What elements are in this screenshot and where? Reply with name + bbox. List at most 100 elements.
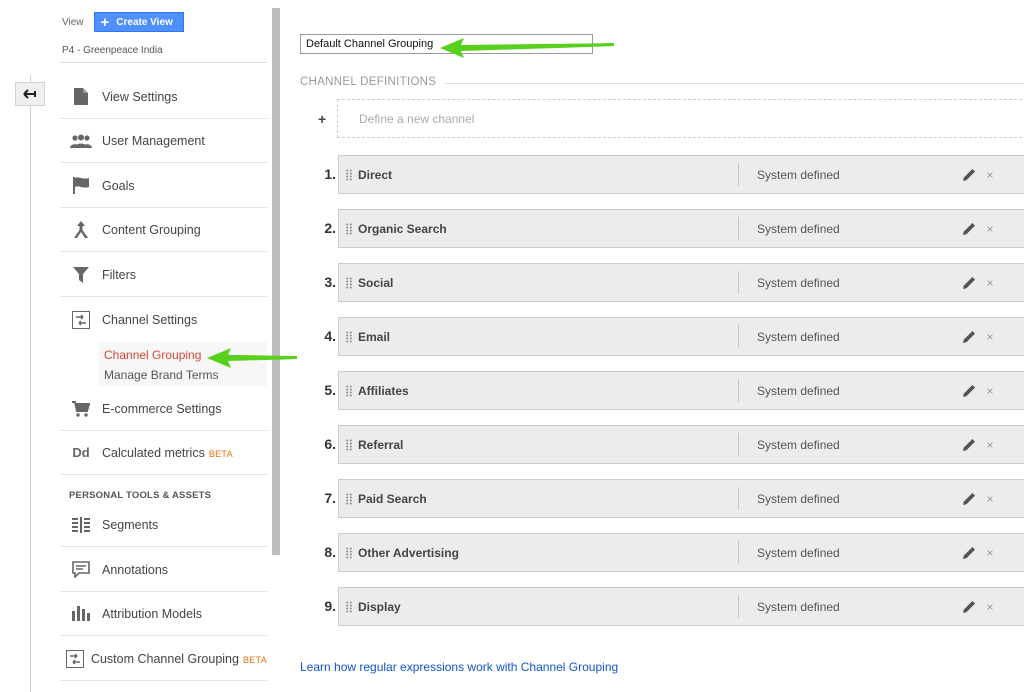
back-arrow-icon bbox=[23, 89, 36, 99]
drag-handle-icon[interactable] bbox=[339, 547, 358, 559]
create-view-button[interactable]: + Create View bbox=[93, 12, 184, 32]
channel-name: Referral bbox=[358, 437, 404, 452]
channel-definitions-heading: CHANNEL DEFINITIONS bbox=[300, 76, 437, 88]
users-icon bbox=[60, 134, 102, 148]
back-button[interactable] bbox=[15, 82, 45, 106]
sidebar-item-annotations[interactable]: Annotations bbox=[60, 548, 267, 592]
delete-icon[interactable]: × bbox=[979, 384, 1001, 398]
drag-handle-icon[interactable] bbox=[339, 277, 358, 289]
channel-row[interactable]: Paid Search System defined × bbox=[338, 479, 1024, 518]
edit-pencil-icon[interactable] bbox=[959, 438, 979, 451]
drag-handle-icon[interactable] bbox=[339, 601, 358, 613]
channel-row[interactable]: Referral System defined × bbox=[338, 425, 1024, 464]
edit-pencil-icon[interactable] bbox=[959, 492, 979, 505]
channel-row[interactable]: Email System defined × bbox=[338, 317, 1024, 356]
main-panel: CHANNEL DEFINITIONS + Define a new chann… bbox=[300, 0, 1024, 692]
edit-pencil-icon[interactable] bbox=[959, 384, 979, 397]
delete-icon[interactable]: × bbox=[979, 330, 1001, 344]
sidebar-scrollbar[interactable] bbox=[272, 8, 280, 555]
channel-name: Email bbox=[358, 329, 391, 344]
drag-handle-icon[interactable] bbox=[339, 493, 358, 505]
sidebar-item-label: View Settings bbox=[102, 89, 178, 104]
channel-type: System defined bbox=[757, 545, 840, 560]
left-rail bbox=[30, 75, 31, 692]
drag-handle-icon[interactable] bbox=[339, 331, 358, 343]
channel-type: System defined bbox=[757, 491, 840, 506]
sidebar-item-attribution-models[interactable]: Attribution Models bbox=[60, 592, 267, 636]
channel-type: System defined bbox=[757, 221, 840, 236]
sidebar-item-custom-channel-grouping[interactable]: Custom Channel Grouping BETA bbox=[60, 637, 267, 681]
sidebar-item-channel-settings[interactable]: Channel Settings bbox=[60, 298, 267, 342]
sidebar-item-segments[interactable]: Segments bbox=[60, 503, 267, 547]
delete-icon[interactable]: × bbox=[979, 600, 1001, 614]
delete-icon[interactable]: × bbox=[979, 438, 1001, 452]
delete-icon[interactable]: × bbox=[979, 546, 1001, 560]
channel-row-number: 5. bbox=[324, 382, 336, 398]
channel-row[interactable]: Organic Search System defined × bbox=[338, 209, 1024, 248]
cart-icon bbox=[60, 400, 102, 417]
section-heading-personal-tools: PERSONAL TOOLS & ASSETS bbox=[69, 490, 212, 501]
delete-icon[interactable]: × bbox=[979, 492, 1001, 506]
create-view-label: Create View bbox=[116, 16, 173, 28]
sidebar-item-label: User Management bbox=[102, 133, 205, 148]
green-arrow-annotation bbox=[207, 348, 297, 368]
edit-pencil-icon[interactable] bbox=[959, 168, 979, 181]
sidebar-item-label: Attribution Models bbox=[102, 606, 203, 621]
document-icon bbox=[60, 88, 102, 105]
view-header: View + Create View bbox=[62, 12, 184, 32]
content-grouping-icon bbox=[60, 221, 102, 238]
drag-handle-icon[interactable] bbox=[339, 169, 358, 181]
define-new-channel-button[interactable]: Define a new channel bbox=[337, 99, 1024, 138]
edit-pencil-icon[interactable] bbox=[959, 600, 979, 613]
divider bbox=[60, 62, 267, 63]
bar-chart-icon bbox=[60, 606, 102, 621]
sidebar-item-filters[interactable]: Filters bbox=[60, 253, 267, 297]
channel-type: System defined bbox=[757, 275, 840, 290]
channel-name: Display bbox=[358, 599, 401, 614]
sidebar-subitem-manage-brand-terms[interactable]: Manage Brand Terms bbox=[104, 368, 219, 382]
sidebar-item-view-settings[interactable]: View Settings bbox=[60, 75, 267, 119]
channel-type: System defined bbox=[757, 599, 840, 614]
channel-row-number: 4. bbox=[324, 328, 336, 344]
delete-icon[interactable]: × bbox=[979, 168, 1001, 182]
sidebar-item-label: Calculated metrics bbox=[102, 445, 205, 460]
channel-row[interactable]: Affiliates System defined × bbox=[338, 371, 1024, 410]
sidebar-item-user-management[interactable]: User Management bbox=[60, 119, 267, 163]
drag-handle-icon[interactable] bbox=[339, 385, 358, 397]
sidebar-item-label: E-commerce Settings bbox=[102, 401, 222, 416]
edit-pencil-icon[interactable] bbox=[959, 330, 979, 343]
annotation-icon bbox=[60, 561, 102, 578]
edit-pencil-icon[interactable] bbox=[959, 222, 979, 235]
channel-type: System defined bbox=[757, 329, 840, 344]
channel-row[interactable]: Social System defined × bbox=[338, 263, 1024, 302]
sidebar-item-calculated-metrics[interactable]: Dd Calculated metrics BETA bbox=[60, 431, 267, 475]
channel-row[interactable]: Other Advertising System defined × bbox=[338, 533, 1024, 572]
channel-type: System defined bbox=[757, 383, 840, 398]
sidebar-subitem-channel-grouping[interactable]: Channel Grouping bbox=[104, 348, 201, 362]
sidebar-item-label: Filters bbox=[102, 267, 137, 282]
channel-row[interactable]: Display System defined × bbox=[338, 587, 1024, 626]
define-new-channel-label: Define a new channel bbox=[359, 111, 475, 126]
channel-row-number: 3. bbox=[324, 274, 336, 290]
sidebar-item-goals[interactable]: Goals bbox=[60, 164, 267, 208]
custom-channel-icon bbox=[60, 649, 91, 668]
sidebar-item-label: Annotations bbox=[102, 562, 169, 577]
view-label: View bbox=[62, 16, 84, 28]
flag-icon bbox=[60, 177, 102, 194]
channel-row-number: 7. bbox=[324, 490, 336, 506]
segments-icon bbox=[60, 516, 102, 533]
drag-handle-icon[interactable] bbox=[339, 223, 358, 235]
channel-name: Paid Search bbox=[358, 491, 427, 506]
delete-icon[interactable]: × bbox=[979, 222, 1001, 236]
sidebar-item-ecommerce-settings[interactable]: E-commerce Settings bbox=[60, 387, 267, 431]
sidebar-item-content-grouping[interactable]: Content Grouping bbox=[60, 208, 267, 252]
channel-row[interactable]: Direct System defined × bbox=[338, 155, 1024, 194]
drag-handle-icon[interactable] bbox=[339, 439, 358, 451]
delete-icon[interactable]: × bbox=[979, 276, 1001, 290]
edit-pencil-icon[interactable] bbox=[959, 546, 979, 559]
channel-row-number: 9. bbox=[324, 598, 336, 614]
learn-regex-link[interactable]: Learn how regular expressions work with … bbox=[300, 660, 618, 674]
channel-row-number: 6. bbox=[324, 436, 336, 452]
edit-pencil-icon[interactable] bbox=[959, 276, 979, 289]
channel-row-number: 1. bbox=[324, 166, 336, 182]
